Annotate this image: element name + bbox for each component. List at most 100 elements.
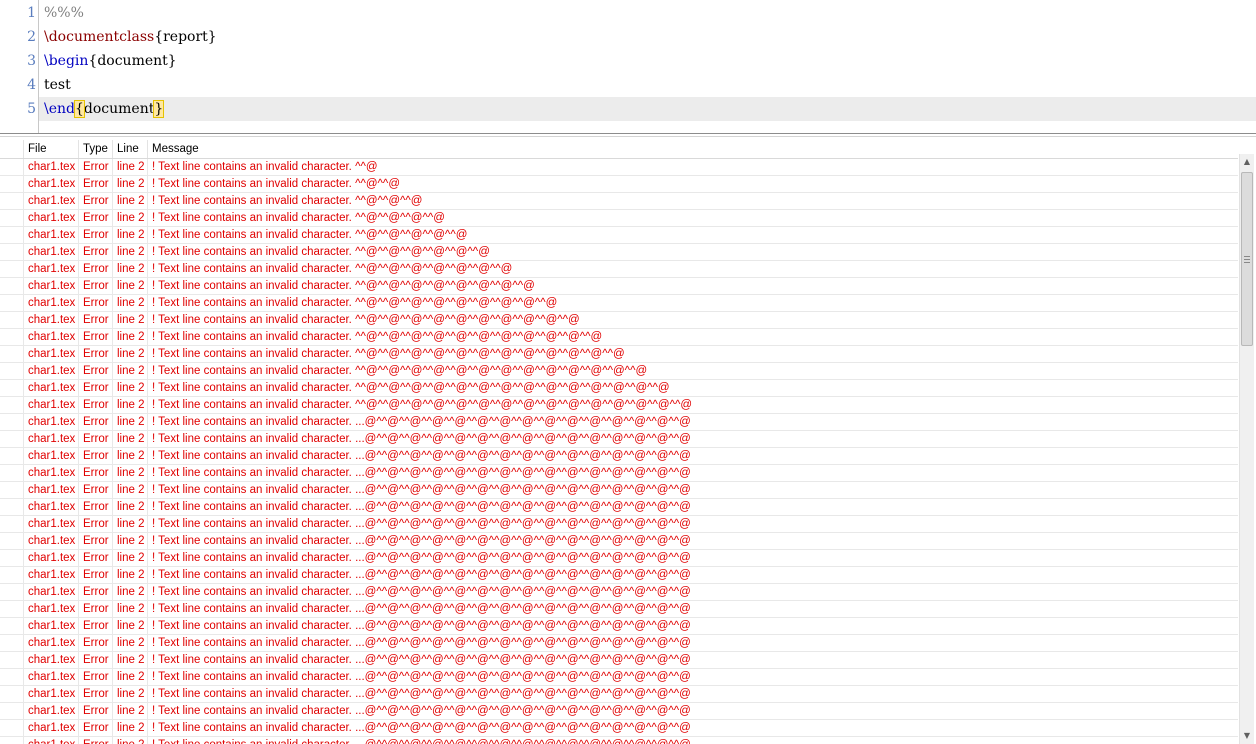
row-message: ! Text line contains an invalid characte… [152, 178, 401, 190]
table-row[interactable]: char1.texErrorline 2! Text line contains… [0, 176, 1238, 193]
row-line: line 2 [113, 448, 148, 464]
scroll-down-arrow-icon[interactable]: ▼ [1240, 728, 1254, 744]
table-row[interactable]: char1.texErrorline 2! Text line contains… [0, 261, 1238, 278]
row-icon-cell [0, 550, 24, 566]
table-row[interactable]: char1.texErrorline 2! Text line contains… [0, 737, 1238, 744]
row-type: Error [79, 397, 113, 413]
table-row[interactable]: char1.texErrorline 2! Text line contains… [0, 482, 1238, 499]
row-message: ! Text line contains an invalid characte… [152, 263, 513, 275]
table-row[interactable]: char1.texErrorline 2! Text line contains… [0, 669, 1238, 686]
row-type: Error [79, 482, 113, 498]
row-message: ! Text line contains an invalid characte… [152, 586, 691, 598]
table-row[interactable]: char1.texErrorline 2! Text line contains… [0, 720, 1238, 737]
row-message: ! Text line contains an invalid characte… [152, 552, 691, 564]
table-row[interactable]: char1.texErrorline 2! Text line contains… [0, 414, 1238, 431]
row-icon-cell [0, 584, 24, 600]
table-row[interactable]: char1.texErrorline 2! Text line contains… [0, 465, 1238, 482]
table-row[interactable]: char1.texErrorline 2! Text line contains… [0, 193, 1238, 210]
row-file: char1.tex [24, 414, 79, 430]
row-file: char1.tex [24, 159, 79, 175]
code-line[interactable]: \begin{document} [39, 49, 1256, 73]
row-message: ! Text line contains an invalid characte… [152, 229, 468, 241]
row-icon-cell [0, 601, 24, 617]
table-row[interactable]: char1.texErrorline 2! Text line contains… [0, 312, 1238, 329]
row-message: ! Text line contains an invalid characte… [152, 518, 691, 530]
line-number-gutter: 1 2 3 4 5 [0, 0, 39, 133]
row-file: char1.tex [24, 482, 79, 498]
table-row[interactable]: char1.texErrorline 2! Text line contains… [0, 550, 1238, 567]
row-file: char1.tex [24, 499, 79, 515]
header-message[interactable]: Message [148, 140, 1238, 158]
row-type: Error [79, 516, 113, 532]
table-row[interactable]: char1.texErrorline 2! Text line contains… [0, 278, 1238, 295]
row-type: Error [79, 346, 113, 362]
table-row[interactable]: char1.texErrorline 2! Text line contains… [0, 380, 1238, 397]
line-number: 4 [27, 77, 36, 93]
table-row[interactable]: char1.texErrorline 2! Text line contains… [0, 652, 1238, 669]
row-icon-cell [0, 516, 24, 532]
table-row[interactable]: char1.texErrorline 2! Text line contains… [0, 329, 1238, 346]
code-token: test [44, 77, 71, 93]
row-message: ! Text line contains an invalid characte… [152, 671, 691, 683]
table-row[interactable]: char1.texErrorline 2! Text line contains… [0, 601, 1238, 618]
row-message: ! Text line contains an invalid characte… [152, 484, 691, 496]
table-row[interactable]: char1.texErrorline 2! Text line contains… [0, 431, 1238, 448]
row-file: char1.tex [24, 380, 79, 396]
table-row[interactable]: char1.texErrorline 2! Text line contains… [0, 227, 1238, 244]
row-line: line 2 [113, 414, 148, 430]
row-file: char1.tex [24, 635, 79, 651]
table-row[interactable]: char1.texErrorline 2! Text line contains… [0, 516, 1238, 533]
code-line[interactable]: \documentclass{report} [39, 25, 1256, 49]
code-line[interactable]: \end{document} [39, 97, 1256, 121]
table-row[interactable]: char1.texErrorline 2! Text line contains… [0, 499, 1238, 516]
row-message: ! Text line contains an invalid characte… [152, 501, 691, 513]
vertical-scrollbar[interactable]: ▲ ▼ [1239, 154, 1254, 744]
row-message: ! Text line contains an invalid characte… [152, 722, 691, 734]
row-line: line 2 [113, 584, 148, 600]
pane-splitter[interactable] [0, 133, 1256, 137]
code-token: document [83, 101, 155, 117]
row-file: char1.tex [24, 516, 79, 532]
row-type: Error [79, 244, 113, 260]
row-icon-cell [0, 295, 24, 311]
table-row[interactable]: char1.texErrorline 2! Text line contains… [0, 635, 1238, 652]
header-line[interactable]: Line [113, 140, 148, 158]
row-type: Error [79, 278, 113, 294]
table-row[interactable]: char1.texErrorline 2! Text line contains… [0, 533, 1238, 550]
row-message: ! Text line contains an invalid characte… [152, 467, 691, 479]
table-row[interactable]: char1.texErrorline 2! Text line contains… [0, 295, 1238, 312]
table-row[interactable]: char1.texErrorline 2! Text line contains… [0, 397, 1238, 414]
table-row[interactable]: char1.texErrorline 2! Text line contains… [0, 686, 1238, 703]
table-row[interactable]: char1.texErrorline 2! Text line contains… [0, 567, 1238, 584]
row-icon-cell [0, 244, 24, 260]
table-row[interactable]: char1.texErrorline 2! Text line contains… [0, 159, 1238, 176]
header-icon-column[interactable] [0, 140, 24, 158]
line-number: 1 [27, 5, 36, 21]
table-row[interactable]: char1.texErrorline 2! Text line contains… [0, 618, 1238, 635]
row-icon-cell [0, 635, 24, 651]
row-line: line 2 [113, 686, 148, 702]
row-icon-cell [0, 652, 24, 668]
thumb-grip [1244, 259, 1250, 260]
header-file[interactable]: File [24, 140, 79, 158]
row-message: ! Text line contains an invalid characte… [152, 620, 691, 632]
table-row[interactable]: char1.texErrorline 2! Text line contains… [0, 363, 1238, 380]
scrollbar-thumb[interactable] [1241, 172, 1253, 346]
table-row[interactable]: char1.texErrorline 2! Text line contains… [0, 584, 1238, 601]
table-row[interactable]: char1.texErrorline 2! Text line contains… [0, 244, 1238, 261]
row-file: char1.tex [24, 193, 79, 209]
row-type: Error [79, 210, 113, 226]
row-type: Error [79, 329, 113, 345]
row-icon-cell [0, 499, 24, 515]
table-row[interactable]: char1.texErrorline 2! Text line contains… [0, 210, 1238, 227]
scroll-up-arrow-icon[interactable]: ▲ [1240, 154, 1254, 170]
header-type[interactable]: Type [79, 140, 113, 158]
table-row[interactable]: char1.texErrorline 2! Text line contains… [0, 448, 1238, 465]
table-row[interactable]: char1.texErrorline 2! Text line contains… [0, 703, 1238, 720]
code-line[interactable]: test [39, 73, 1256, 97]
row-message: ! Text line contains an invalid characte… [152, 433, 691, 445]
row-line: line 2 [113, 431, 148, 447]
code-editor[interactable]: 12345 %%% \documentclass{report} \begin{do… [0, 0, 1256, 133]
code-line[interactable]: %%% [39, 1, 1256, 25]
table-row[interactable]: char1.texErrorline 2! Text line contains… [0, 346, 1238, 363]
